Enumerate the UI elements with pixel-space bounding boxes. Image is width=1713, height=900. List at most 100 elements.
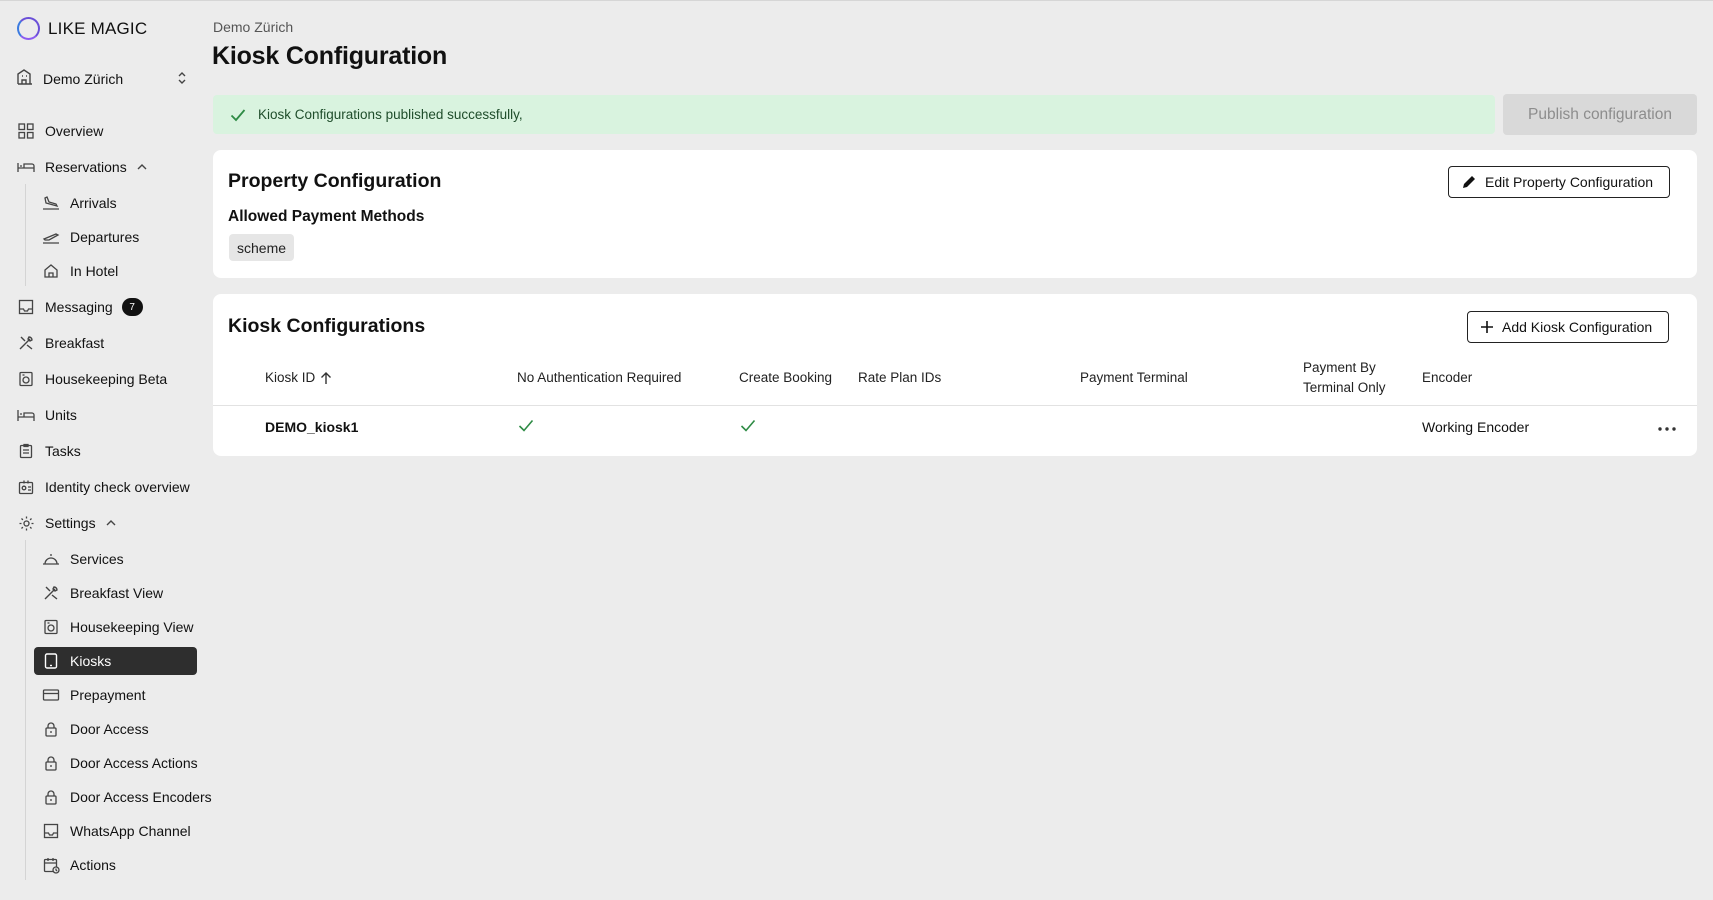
property-configuration-title: Property Configuration xyxy=(228,170,442,192)
sidebar-item-housekeeping[interactable]: Housekeeping Beta xyxy=(17,365,197,393)
payment-method-chip: scheme xyxy=(229,234,295,261)
kiosk-configurations-title: Kiosk Configurations xyxy=(228,315,426,337)
sidebar-item-housekeeping-view[interactable]: Housekeeping View xyxy=(34,613,197,641)
calendar-clock-icon xyxy=(42,856,60,874)
sidebar-item-label: Prepayment xyxy=(70,687,146,703)
cloche-icon xyxy=(42,550,60,568)
property-configuration-card: Property Configuration Edit Property Con… xyxy=(213,150,1697,278)
sidebar-item-label: Settings xyxy=(45,515,96,531)
building-icon xyxy=(16,68,34,91)
sidebar-item-messaging[interactable]: Messaging 7 xyxy=(17,293,197,321)
property-selector-label: Demo Zürich xyxy=(43,71,124,87)
utensils-icon xyxy=(17,334,35,352)
sidebar-item-tasks[interactable]: Tasks xyxy=(17,437,197,465)
sidebar-item-identity-check[interactable]: Identity check overview xyxy=(17,473,197,501)
column-header-kiosk-id[interactable]: Kiosk ID xyxy=(265,368,332,388)
column-header-payment-by-terminal-only[interactable]: Payment By Terminal Only xyxy=(1303,358,1386,398)
top-border xyxy=(0,0,1713,1)
bed-icon xyxy=(17,158,35,176)
sidebar-item-door-access-actions[interactable]: Door Access Actions xyxy=(34,749,198,777)
sidebar-item-door-access[interactable]: Door Access xyxy=(34,715,197,743)
unread-count-badge: 7 xyxy=(121,298,143,316)
column-header-encoder[interactable]: Encoder xyxy=(1422,368,1472,388)
sidebar-item-units[interactable]: Units xyxy=(17,401,197,429)
property-selector[interactable]: Demo Zürich xyxy=(16,66,188,92)
sidebar-item-services[interactable]: Services xyxy=(34,545,197,573)
edit-property-configuration-button[interactable]: Edit Property Configuration xyxy=(1448,166,1671,198)
washing-machine-icon xyxy=(17,370,35,388)
grid-icon xyxy=(17,122,35,140)
sidebar-item-kiosks[interactable]: Kiosks xyxy=(34,647,197,675)
subnav-line xyxy=(25,540,26,880)
check-icon xyxy=(740,419,756,435)
sidebar-item-in-hotel[interactable]: In Hotel xyxy=(34,257,197,285)
check-icon xyxy=(230,108,246,122)
sidebar-item-label: Door Access Actions xyxy=(70,755,198,771)
sidebar-item-label: Arrivals xyxy=(70,195,117,211)
success-alert: Kiosk Configurations published successfu… xyxy=(213,95,1495,134)
plus-icon xyxy=(1480,320,1494,334)
more-horizontal-icon xyxy=(1658,418,1676,436)
sidebar-item-label: Units xyxy=(45,407,77,423)
row-more-actions-button[interactable] xyxy=(1654,420,1680,434)
add-kiosk-configuration-button[interactable]: Add Kiosk Configuration xyxy=(1467,311,1670,343)
id-card-icon xyxy=(17,478,35,496)
sidebar-item-label: Identity check overview xyxy=(45,479,190,495)
sidebar-item-label: Reservations xyxy=(45,159,127,175)
kiosk-configurations-card: Kiosk Configurations Add Kiosk Configura… xyxy=(213,294,1697,456)
column-header-label: Terminal Only xyxy=(1303,380,1386,395)
sidebar-item-label: Housekeeping Beta xyxy=(45,371,168,387)
sidebar-item-label: Breakfast xyxy=(45,335,105,351)
column-header-label: Kiosk ID xyxy=(265,370,316,385)
publish-configuration-button[interactable]: Publish configuration xyxy=(1503,94,1697,135)
breadcrumb[interactable]: Demo Zürich xyxy=(213,19,293,35)
chevron-up-icon xyxy=(105,519,117,527)
arrow-up-icon xyxy=(320,371,332,385)
lock-icon xyxy=(42,788,60,806)
credit-card-icon xyxy=(42,686,60,704)
sidebar-item-overview[interactable]: Overview xyxy=(17,117,197,145)
sidebar-item-breakfast[interactable]: Breakfast xyxy=(17,329,197,357)
column-header-label: Payment By xyxy=(1303,360,1376,375)
gear-icon xyxy=(17,514,35,532)
sidebar-item-label: Breakfast View xyxy=(70,585,164,601)
chevron-up-icon xyxy=(136,163,148,171)
cell-kiosk-id[interactable]: DEMO_kiosk1 xyxy=(265,419,358,435)
check-icon xyxy=(518,419,534,435)
sidebar-item-prepayment[interactable]: Prepayment xyxy=(34,681,197,709)
column-header-no-auth[interactable]: No Authentication Required xyxy=(517,368,681,388)
table-divider xyxy=(213,405,1697,406)
sidebar-item-reservations[interactable]: Reservations xyxy=(17,153,197,181)
sidebar: LIKE MAGIC Demo Zürich Overview Reservat… xyxy=(0,0,212,900)
app-logo[interactable]: LIKE MAGIC xyxy=(17,17,147,40)
sidebar-item-door-access-encoders[interactable]: Door Access Encoders xyxy=(34,783,212,811)
plane-landing-icon xyxy=(42,194,60,212)
sidebar-item-arrivals[interactable]: Arrivals xyxy=(34,189,197,217)
column-header-rate-plan-ids[interactable]: Rate Plan IDs xyxy=(858,368,941,388)
home-icon xyxy=(42,262,60,280)
washing-machine-icon xyxy=(42,618,60,636)
column-header-payment-terminal[interactable]: Payment Terminal xyxy=(1080,368,1188,388)
cell-encoder: Working Encoder xyxy=(1422,419,1530,435)
sidebar-item-label: Overview xyxy=(45,123,104,139)
sidebar-item-whatsapp-channel[interactable]: WhatsApp Channel xyxy=(34,817,197,845)
allowed-payment-methods-label: Allowed Payment Methods xyxy=(228,208,425,225)
pencil-icon xyxy=(1461,174,1477,190)
sidebar-item-label: Housekeeping View xyxy=(70,619,194,635)
column-header-create-booking[interactable]: Create Booking xyxy=(739,368,832,388)
add-kiosk-configuration-label: Add Kiosk Configuration xyxy=(1502,319,1653,335)
sidebar-item-departures[interactable]: Departures xyxy=(34,223,197,251)
sidebar-item-breakfast-view[interactable]: Breakfast View xyxy=(34,579,197,607)
sidebar-item-label: Departures xyxy=(70,229,140,245)
sidebar-item-label: Tasks xyxy=(45,443,81,459)
alert-message: Kiosk Configurations published successfu… xyxy=(258,107,523,122)
sidebar-item-label: WhatsApp Channel xyxy=(70,823,191,839)
sidebar-item-label: Kiosks xyxy=(70,653,112,669)
sidebar-item-label: Door Access xyxy=(70,721,149,737)
inbox-icon xyxy=(42,822,60,840)
utensils-icon xyxy=(42,584,60,602)
sidebar-item-label: Actions xyxy=(70,857,116,873)
sidebar-item-settings[interactable]: Settings xyxy=(17,509,197,537)
sidebar-item-actions[interactable]: Actions xyxy=(34,851,197,879)
sidebar-item-label: Door Access Encoders xyxy=(70,789,212,805)
